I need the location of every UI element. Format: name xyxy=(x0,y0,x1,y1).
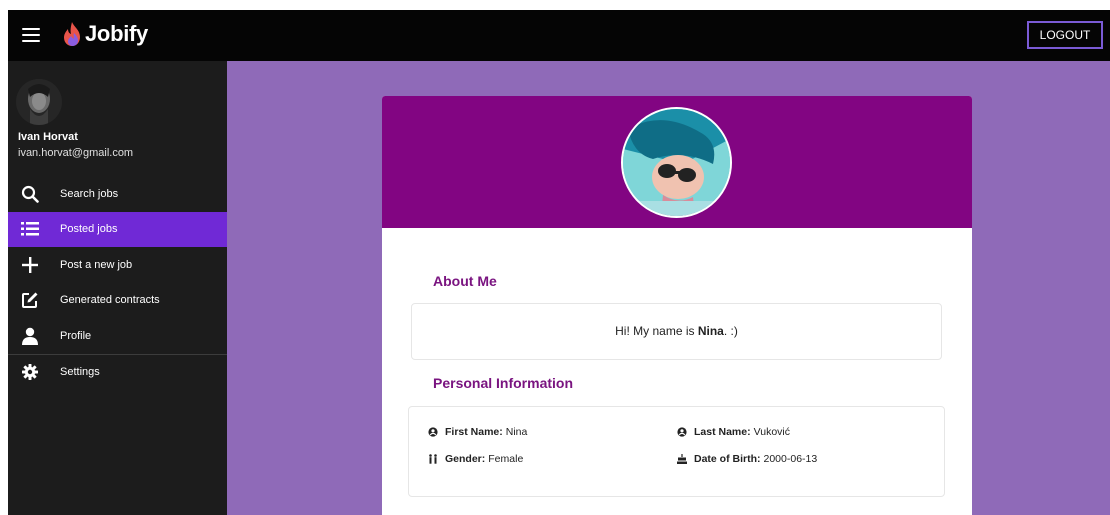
flame-logo-icon xyxy=(64,22,80,46)
sidebar-nav: Search jobs Posted jobs Post a new job G… xyxy=(8,176,227,390)
date-of-birth-row: Date of Birth: 2000-06-13 xyxy=(677,453,817,465)
search-icon xyxy=(20,184,40,204)
date-of-birth-label: Date of Birth: xyxy=(694,453,761,465)
person-icon xyxy=(20,326,40,346)
user-circle-icon xyxy=(677,427,687,437)
gender-value: Female xyxy=(488,453,524,465)
hamburger-menu-icon[interactable] xyxy=(22,24,40,46)
sidebar-item-search-jobs[interactable]: Search jobs xyxy=(8,176,227,212)
first-name-label: First Name: xyxy=(445,426,503,438)
gender-icon xyxy=(428,454,438,464)
first-name-row: First Name: Nina xyxy=(428,426,527,438)
gender-row: Gender: Female xyxy=(428,453,523,465)
profile-picture[interactable] xyxy=(621,107,732,218)
profile-photo-image xyxy=(623,109,730,216)
logout-button[interactable]: LOGOUT xyxy=(1027,21,1103,49)
personal-information-box: First Name: Nina Last Name: Vuković Gender… xyxy=(408,406,945,497)
user-email: ivan.horvat@gmail.com xyxy=(18,147,134,159)
about-me-box: Hi! My name is Nina. :) xyxy=(411,303,942,360)
profile-card-header xyxy=(382,96,972,228)
last-name-label: Last Name: xyxy=(694,426,751,438)
about-me-suffix: . :) xyxy=(723,324,738,338)
about-me-title: About Me xyxy=(433,273,497,289)
sidebar-item-profile[interactable]: Profile xyxy=(8,318,227,354)
sidebar-item-label: Generated contracts xyxy=(60,294,160,307)
last-name-row: Last Name: Vuković xyxy=(677,426,790,438)
about-me-prefix: Hi! My name is xyxy=(615,324,698,338)
sidebar-item-post-new-job[interactable]: Post a new job xyxy=(8,247,227,283)
avatar[interactable] xyxy=(16,79,62,125)
birthday-cake-icon xyxy=(677,454,687,464)
about-me-name: Nina xyxy=(697,324,724,338)
sidebar: Ivan Horvat ivan.horvat@gmail.com Search… xyxy=(8,61,229,515)
app-logo[interactable]: Jobify xyxy=(61,19,148,49)
sidebar-item-label: Post a new job xyxy=(60,258,133,271)
app-name: Jobify xyxy=(85,21,148,46)
last-name-value: Vuković xyxy=(753,426,790,438)
gender-label: Gender: xyxy=(445,453,486,465)
gear-icon xyxy=(20,362,40,382)
sidebar-item-generated-contracts[interactable]: Generated contracts xyxy=(8,283,227,319)
user-name: Ivan Horvat xyxy=(18,131,78,143)
date-of-birth-value: 2000-06-13 xyxy=(763,453,818,465)
sidebar-item-label: Search jobs xyxy=(60,187,119,200)
user-avatar-image xyxy=(16,79,62,125)
edit-icon xyxy=(20,290,40,310)
first-name-value: Nina xyxy=(505,426,528,438)
sidebar-item-label: Posted jobs xyxy=(60,223,118,236)
sidebar-item-label: Profile xyxy=(60,329,92,342)
personal-information-title: Personal Information xyxy=(433,375,574,391)
about-me-text: Hi! My name is Nina. :) xyxy=(412,304,941,358)
sidebar-item-label: Settings xyxy=(60,366,100,379)
list-icon xyxy=(20,219,40,239)
user-circle-icon xyxy=(428,427,438,437)
top-app-bar: Jobify LOGOUT xyxy=(8,10,1110,61)
profile-card: About Me Hi! My name is Nina. :) Persona… xyxy=(382,96,972,515)
sidebar-item-settings[interactable]: Settings xyxy=(8,355,227,391)
sidebar-item-posted-jobs[interactable]: Posted jobs xyxy=(8,211,227,247)
plus-icon xyxy=(20,255,40,275)
main-content: About Me Hi! My name is Nina. :) Persona… xyxy=(227,61,1110,515)
